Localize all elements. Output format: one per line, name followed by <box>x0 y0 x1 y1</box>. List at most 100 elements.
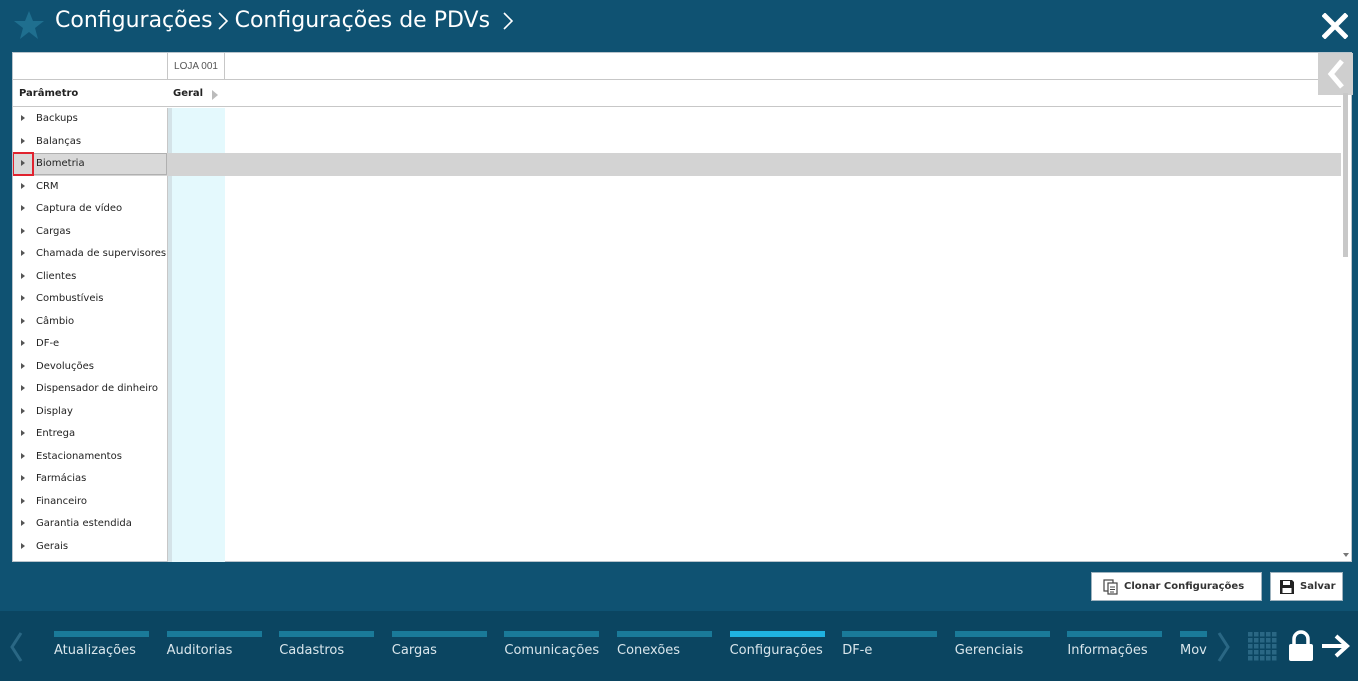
expand-row-icon[interactable] <box>21 407 25 414</box>
expand-arrow-icon[interactable] <box>212 90 218 100</box>
param-row-label: Clientes <box>36 270 77 282</box>
clone-icon <box>1103 578 1119 595</box>
breadcrumb-configuracoes[interactable]: Configurações <box>55 8 213 33</box>
expand-row-icon[interactable] <box>21 497 25 504</box>
scroll-thumb[interactable] <box>1343 93 1348 257</box>
param-row[interactable]: Balanças <box>13 131 1341 154</box>
close-icon[interactable] <box>1322 13 1348 39</box>
clone-config-button[interactable]: Clonar Configurações <box>1091 572 1262 601</box>
grid-menu-icon[interactable] <box>1248 632 1278 662</box>
param-row-label: Câmbio <box>36 315 75 327</box>
expand-row-icon[interactable] <box>21 227 25 234</box>
nav-tab-label: Informações <box>1067 643 1148 658</box>
chevron-right-icon[interactable] <box>1216 631 1232 663</box>
param-row-label: Entrega <box>36 428 76 439</box>
logout-arrow-icon[interactable] <box>1320 633 1352 659</box>
param-row[interactable]: Estacionamentos <box>13 446 1341 469</box>
param-row[interactable]: Clientes <box>13 266 1341 289</box>
expand-row-icon[interactable] <box>21 115 25 121</box>
expand-row-icon[interactable] <box>21 250 25 256</box>
param-row[interactable]: Garantia estendida <box>13 513 1341 536</box>
param-row[interactable]: DF-e <box>13 333 1341 356</box>
nav-tab-bar <box>729 631 825 637</box>
param-row-label: CRM <box>36 180 59 192</box>
chevron-right-icon[interactable] <box>502 11 514 31</box>
nav-tab-bar <box>617 631 712 637</box>
chevron-right-icon <box>218 11 228 30</box>
expand-row-icon[interactable] <box>21 430 25 436</box>
save-button[interactable]: Salvar <box>1270 572 1343 601</box>
param-row[interactable]: Biometria <box>13 152 1341 176</box>
expand-row-icon[interactable] <box>21 520 25 526</box>
save-icon <box>1279 579 1295 595</box>
collapse-panel-button[interactable] <box>1318 53 1353 95</box>
param-row-label: Dispensador de dinheiro <box>36 383 159 394</box>
expand-row-icon[interactable] <box>21 295 25 301</box>
param-row-label: Estacionamentos <box>36 450 122 462</box>
param-row-label: Financeiro <box>36 495 88 507</box>
param-row[interactable]: Combustíveis <box>13 288 1341 311</box>
star-icon[interactable] <box>13 9 45 41</box>
expand-row-icon[interactable] <box>21 182 25 189</box>
column-header-row: Parâmetro Geral <box>13 80 1341 107</box>
expand-row-icon[interactable] <box>21 385 25 391</box>
breadcrumb: Configurações Configurações de PDVs <box>55 8 514 33</box>
lock-icon[interactable] <box>1288 630 1314 662</box>
chevron-left-icon[interactable] <box>8 631 24 663</box>
param-row[interactable]: Dispensador de dinheiro <box>13 378 1341 401</box>
param-row-label: Captura de vídeo <box>36 203 123 214</box>
vertical-scrollbar[interactable] <box>1341 93 1351 561</box>
nav-tab-label: Cargas <box>391 643 437 658</box>
expand-row-icon[interactable] <box>21 475 25 481</box>
expand-row-icon[interactable] <box>21 205 25 211</box>
param-row-label: Display <box>36 405 73 417</box>
header: Configurações Configurações de PDVs <box>0 0 1358 52</box>
nav-tab-label: Auditorias <box>166 643 233 658</box>
param-row[interactable]: Entrega <box>13 423 1341 446</box>
param-row[interactable]: Financeiro <box>13 491 1341 514</box>
nav-tab-label: Gerenciais <box>954 643 1024 658</box>
param-row-label: Chamada de supervisores <box>36 248 167 259</box>
config-panel: LOJA 001 Parâmetro Geral Backups Balanças… <box>12 52 1353 562</box>
nav-tab-label: Comunicações <box>504 643 600 658</box>
param-column-header: Parâmetro <box>19 88 79 99</box>
nav-tab-bar <box>1067 631 1163 637</box>
nav-tab-bar <box>391 631 487 637</box>
param-row-label: Garantia estendida <box>36 518 132 529</box>
nav-tab-bar <box>842 631 938 637</box>
nav-tab-bar <box>1180 631 1207 637</box>
scroll-down-icon[interactable] <box>1343 553 1349 557</box>
param-row[interactable]: Cargas <box>13 221 1341 244</box>
expand-row-icon[interactable] <box>21 317 25 324</box>
param-row[interactable]: Display <box>13 401 1341 424</box>
expand-row-icon[interactable] <box>21 362 25 369</box>
param-row[interactable]: Backups <box>13 108 1341 131</box>
expand-row-icon[interactable] <box>21 452 25 459</box>
param-row-label: Devoluções <box>36 360 94 372</box>
param-row-label: Combustíveis <box>36 293 104 304</box>
nav-tab-bar <box>166 631 262 637</box>
breadcrumb-configuracoes-pdvs[interactable]: Configurações de PDVs <box>235 8 490 33</box>
expand-row-icon[interactable] <box>21 272 25 279</box>
save-label: Salvar <box>1300 581 1336 592</box>
param-grid: Backups Balanças Biometria CRM Captura de ví… <box>13 108 1341 562</box>
param-row[interactable]: CRM <box>13 176 1341 199</box>
param-row[interactable]: Chamada de supervisores <box>13 243 1341 266</box>
param-row[interactable]: Captura de vídeo <box>13 198 1341 221</box>
param-row[interactable]: Câmbio <box>13 311 1341 334</box>
nav-tab-label: Atualizações <box>54 643 136 658</box>
nav-tab-label: Mov <box>1180 643 1207 658</box>
expand-row-icon[interactable] <box>21 137 25 144</box>
nav-tab-bar <box>279 631 375 637</box>
group-column-header[interactable]: Geral <box>173 88 203 99</box>
nav-tab-bar <box>54 631 149 637</box>
param-row[interactable]: Farmácias <box>13 468 1341 491</box>
param-row[interactable]: Devoluções <box>13 356 1341 379</box>
highlight-box <box>13 152 34 176</box>
param-row-label: DF-e <box>36 338 60 349</box>
expand-row-icon[interactable] <box>21 542 25 549</box>
store-column-header[interactable]: LOJA 001 <box>168 53 225 80</box>
expand-row-icon[interactable] <box>21 340 25 346</box>
param-row[interactable]: Gerais <box>13 536 1341 559</box>
param-row-label: Balanças <box>36 135 82 147</box>
